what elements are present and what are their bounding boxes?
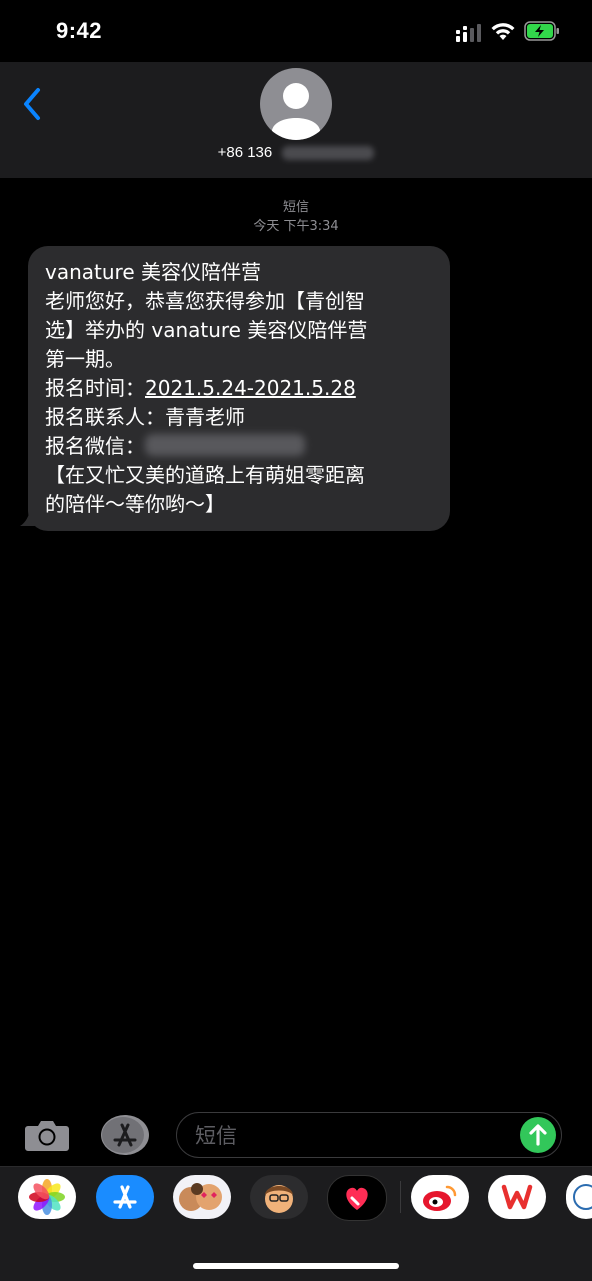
memoji-icon[interactable] bbox=[250, 1175, 308, 1219]
contact-avatar[interactable] bbox=[260, 68, 332, 140]
camera-icon[interactable] bbox=[24, 1118, 70, 1152]
status-bar: 9:42 bbox=[0, 0, 592, 62]
home-indicator[interactable] bbox=[193, 1263, 399, 1269]
app-store-icon[interactable] bbox=[96, 1175, 154, 1219]
wechat-label: 报名微信： bbox=[45, 434, 145, 458]
message-line: 老师您好，恭喜您获得参加【青创智 bbox=[45, 289, 365, 313]
signup-time-label: 报名时间： bbox=[45, 376, 145, 400]
message-contact-line: 报名联系人：青青老师 bbox=[45, 405, 245, 429]
message-service-label: 短信 bbox=[282, 200, 309, 215]
send-button[interactable] bbox=[520, 1117, 556, 1153]
message-timestamp: 今天 下午3:34 bbox=[253, 219, 339, 234]
redacted-wechat-id bbox=[145, 434, 305, 456]
app-store-button-icon[interactable] bbox=[100, 1114, 150, 1156]
signup-date-link[interactable]: 2021.5.24-2021.5.28 bbox=[145, 376, 356, 400]
partial-app-icon[interactable] bbox=[566, 1175, 592, 1219]
battery-charging-icon bbox=[524, 21, 559, 41]
message-signup-time: 报名时间：2021.5.24-2021.5.28 bbox=[45, 374, 433, 403]
message-line: 选】举办的 vanature 美容仪陪伴营 bbox=[45, 318, 368, 342]
redacted-phone-digits bbox=[282, 146, 375, 161]
wps-office-icon[interactable] bbox=[488, 1175, 546, 1219]
message-wechat-line: 报名微信： bbox=[45, 432, 433, 461]
message-closing-line: 的陪伴～等你哟～】 bbox=[45, 492, 225, 516]
message-bubble-container: vanature 美容仪陪伴营 老师您好，恭喜您获得参加【青创智 选】举办的 v… bbox=[20, 246, 450, 531]
digital-touch-icon[interactable] bbox=[327, 1175, 387, 1221]
message-line: vanature 美容仪陪伴营 bbox=[45, 260, 261, 284]
incoming-message-bubble[interactable]: vanature 美容仪陪伴营 老师您好，恭喜您获得参加【青创智 选】举办的 v… bbox=[28, 246, 450, 531]
person-silhouette-icon bbox=[272, 83, 320, 140]
message-input[interactable] bbox=[193, 1121, 517, 1151]
contact-phone-prefix: +86 136 bbox=[217, 144, 273, 161]
contact-name[interactable]: +86 136 bbox=[0, 144, 592, 161]
memoji-stickers-icon[interactable] bbox=[173, 1175, 231, 1219]
wifi-icon bbox=[491, 23, 515, 40]
conversation-header: +86 136 bbox=[0, 62, 592, 178]
message-closing-line: 【在又忙又美的道路上有萌姐零距离 bbox=[45, 463, 365, 487]
imessage-app-drawer bbox=[0, 1166, 592, 1281]
status-time: 9:42 bbox=[56, 18, 103, 43]
message-line: 第一期。 bbox=[45, 347, 125, 371]
message-input-field[interactable] bbox=[176, 1112, 562, 1158]
back-chevron-icon[interactable] bbox=[18, 84, 46, 124]
weibo-icon[interactable] bbox=[411, 1175, 469, 1219]
drawer-separator bbox=[400, 1181, 401, 1213]
cellular-signal-icon bbox=[456, 24, 481, 42]
compose-bar bbox=[0, 1108, 592, 1164]
arrow-up-icon bbox=[529, 1124, 547, 1146]
photos-icon[interactable] bbox=[18, 1175, 76, 1219]
